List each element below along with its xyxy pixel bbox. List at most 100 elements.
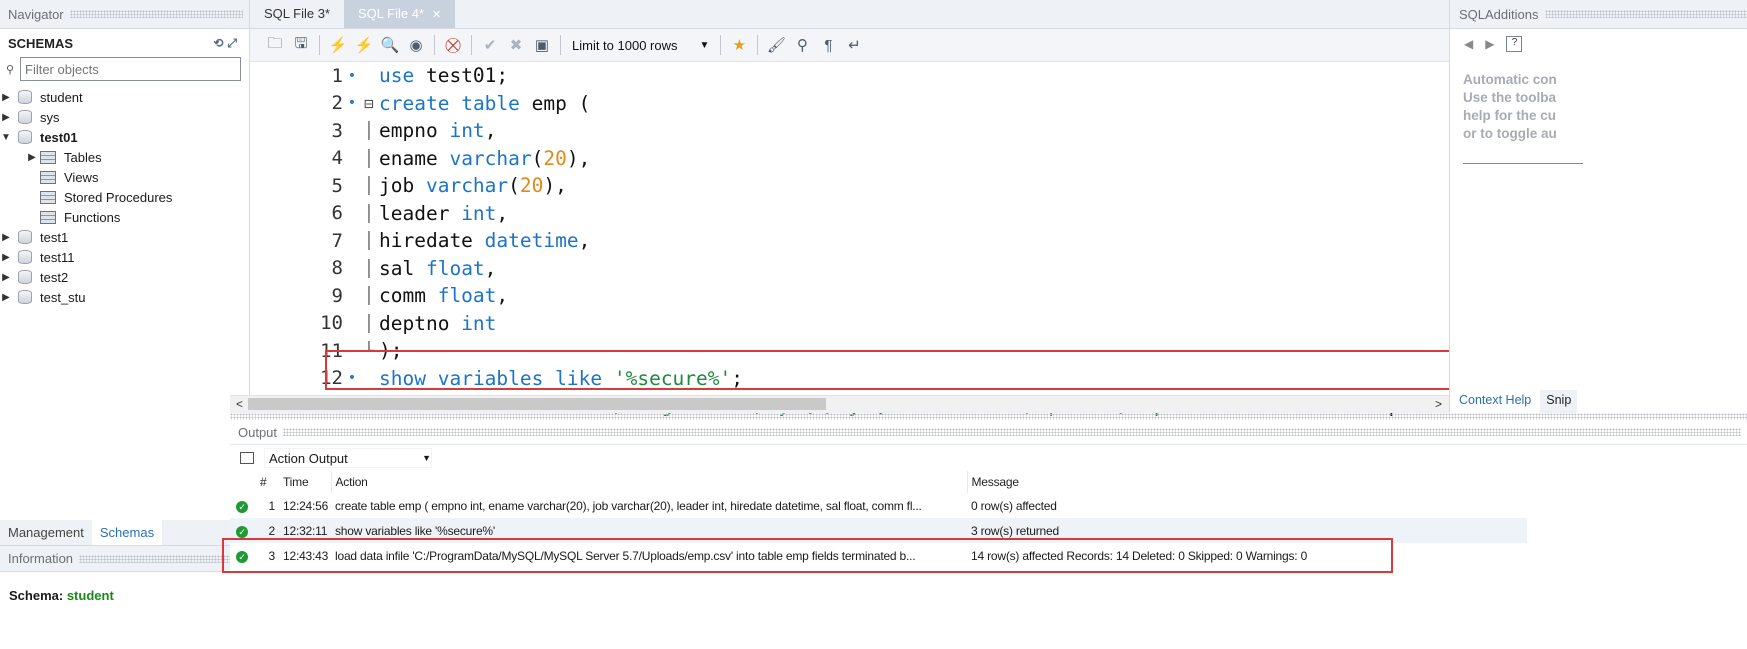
schema-item[interactable]: ▶ test11: [0, 247, 249, 267]
schema-item[interactable]: ▶ test2: [0, 267, 249, 287]
code-token: ,: [484, 256, 497, 280]
explain-icon[interactable]: 🔍: [379, 34, 401, 56]
forward-icon[interactable]: ▶: [1485, 37, 1494, 51]
code-line[interactable]: 1 • use test01;: [250, 62, 1610, 90]
chevron-right-icon[interactable]: ▶: [0, 92, 12, 103]
limit-rows-select[interactable]: Limit to 1000 rows ▼: [572, 38, 709, 53]
back-icon[interactable]: ◀: [1464, 37, 1473, 51]
code-line[interactable]: 2 • ⊟ create table emp (: [250, 90, 1610, 118]
toggle-error-icon[interactable]: ⛒: [442, 34, 464, 56]
scroll-right-icon[interactable]: >: [1435, 397, 1442, 411]
schema-child-item[interactable]: ▶ Tables: [0, 147, 249, 167]
chevron-right-icon[interactable]: ▶: [0, 252, 12, 263]
folder-icon: [40, 150, 56, 164]
code-line[interactable]: 3 │ empno int,: [250, 117, 1610, 145]
tab-snippets[interactable]: Snip: [1540, 390, 1578, 413]
schema-label: Schema:: [9, 588, 64, 603]
chevron-down-icon[interactable]: ▼: [0, 132, 12, 143]
code-text: create table emp (: [379, 92, 590, 115]
database-icon: [18, 230, 32, 244]
close-icon[interactable]: ✕: [432, 9, 441, 21]
filter-input[interactable]: [20, 57, 241, 81]
tab-label: SQL File 4*: [358, 6, 424, 21]
code-token: empno: [379, 119, 450, 143]
grip: [69, 10, 243, 18]
scroll-left-icon[interactable]: <: [236, 397, 243, 411]
splitter[interactable]: [230, 413, 1747, 420]
schema-child-label: Views: [64, 169, 99, 185]
schema-item[interactable]: ▶ student: [0, 87, 249, 107]
column-header[interactable]: Message: [967, 471, 1527, 493]
schema-child-item[interactable]: Views: [0, 167, 249, 187]
line-number: 10: [320, 312, 343, 335]
tab-schemas[interactable]: Schemas: [91, 520, 163, 545]
information-title: Information: [8, 551, 74, 566]
schema-item[interactable]: ▶ test1: [0, 227, 249, 247]
schema-child-label: Tables: [64, 149, 102, 165]
code-token: emp (: [519, 91, 591, 115]
code-line[interactable]: 10 │ deptno int: [250, 310, 1610, 338]
code-line[interactable]: 4 │ ename varchar(20),: [250, 145, 1610, 173]
tab-sql-file-3[interactable]: SQL File 3*: [250, 0, 344, 28]
column-header[interactable]: Time: [279, 471, 332, 493]
tab-management[interactable]: Management: [0, 520, 92, 545]
action-cell: create table emp ( empno int, ename varc…: [335, 498, 922, 513]
chevron-down-icon: ▼: [699, 39, 710, 51]
beautify-icon[interactable]: ★: [728, 34, 750, 56]
autocommit-icon[interactable]: ▣: [531, 34, 553, 56]
code-token: datetime: [484, 229, 579, 253]
database-icon: [18, 110, 32, 124]
column-header[interactable]: Action: [331, 471, 968, 493]
help-icon[interactable]: ?: [1506, 36, 1523, 52]
code-token: comm: [379, 284, 438, 308]
chevron-right-icon[interactable]: ▶: [0, 232, 12, 243]
find-icon[interactable]: ⚲: [791, 34, 813, 56]
copy-icon[interactable]: [240, 452, 254, 464]
code-token: ),: [566, 146, 591, 170]
table-row[interactable]: ✓ 1 12:24:56 create table emp ( empno int, …: [230, 493, 1527, 518]
tab-context-help[interactable]: Context Help: [1450, 390, 1540, 413]
scrollbar-thumb[interactable]: [248, 398, 826, 410]
code-line[interactable]: 7 │ hiredate datetime,: [250, 227, 1610, 255]
folder-icon: [40, 170, 56, 184]
code-line[interactable]: 5 │ job varchar(20),: [250, 172, 1610, 200]
invisible-chars-icon[interactable]: ¶: [817, 34, 839, 56]
commit-icon[interactable]: ✔: [479, 34, 501, 56]
code-line[interactable]: 8 │ sal float,: [250, 255, 1610, 283]
search-icon: ⚲: [6, 63, 15, 76]
refresh-icon[interactable]: ⟲⤢: [213, 36, 241, 51]
schema-item[interactable]: ▼ test01: [0, 127, 249, 147]
execute-icon[interactable]: ⚡: [327, 34, 349, 56]
column-header[interactable]: #: [256, 471, 279, 493]
chevron-right-icon[interactable]: ▶: [0, 112, 12, 123]
execute-current-icon[interactable]: ⚡: [353, 34, 375, 56]
chevron-right-icon[interactable]: ▶: [26, 152, 38, 163]
fold-marker-icon[interactable]: ⊟: [361, 94, 377, 113]
rollback-icon[interactable]: ✖: [505, 34, 527, 56]
code-line[interactable]: 6 │ leader int,: [250, 200, 1610, 228]
brush-icon[interactable]: 🖌: [765, 34, 787, 56]
chevron-right-icon[interactable]: ▶: [0, 272, 12, 283]
schema-child-item[interactable]: Functions: [0, 207, 249, 227]
wrap-icon[interactable]: ↵: [843, 34, 865, 56]
code-token: job: [379, 174, 426, 198]
line-number: 3: [331, 119, 343, 142]
schema-value: student: [66, 588, 114, 603]
schema-item[interactable]: ▶ test_stu: [0, 287, 249, 307]
open-folder-icon[interactable]: 🗀: [264, 34, 286, 56]
stop-icon[interactable]: ◉: [405, 34, 427, 56]
sql-additions-title: SQLAdditions: [1459, 6, 1539, 22]
code-line[interactable]: 9 │ comm float,: [250, 282, 1610, 310]
save-icon[interactable]: 🖫: [290, 34, 312, 56]
table-header-row: # Time Action Message: [230, 471, 1527, 493]
sql-additions-panel: SQLAdditions ◀ ▶ ? Automatic con Use the…: [1449, 0, 1747, 413]
code-text: deptno int: [379, 312, 496, 335]
code-token: 20: [519, 174, 544, 198]
tab-sql-file-4[interactable]: SQL File 4* ✕: [344, 0, 456, 28]
schema-item[interactable]: ▶ sys: [0, 107, 249, 127]
schema-child-item[interactable]: Stored Procedures: [0, 187, 249, 207]
fold-marker-icon: │: [364, 313, 374, 333]
chevron-right-icon[interactable]: ▶: [0, 292, 12, 303]
output-type-select[interactable]: Action Output ▼: [264, 448, 432, 468]
